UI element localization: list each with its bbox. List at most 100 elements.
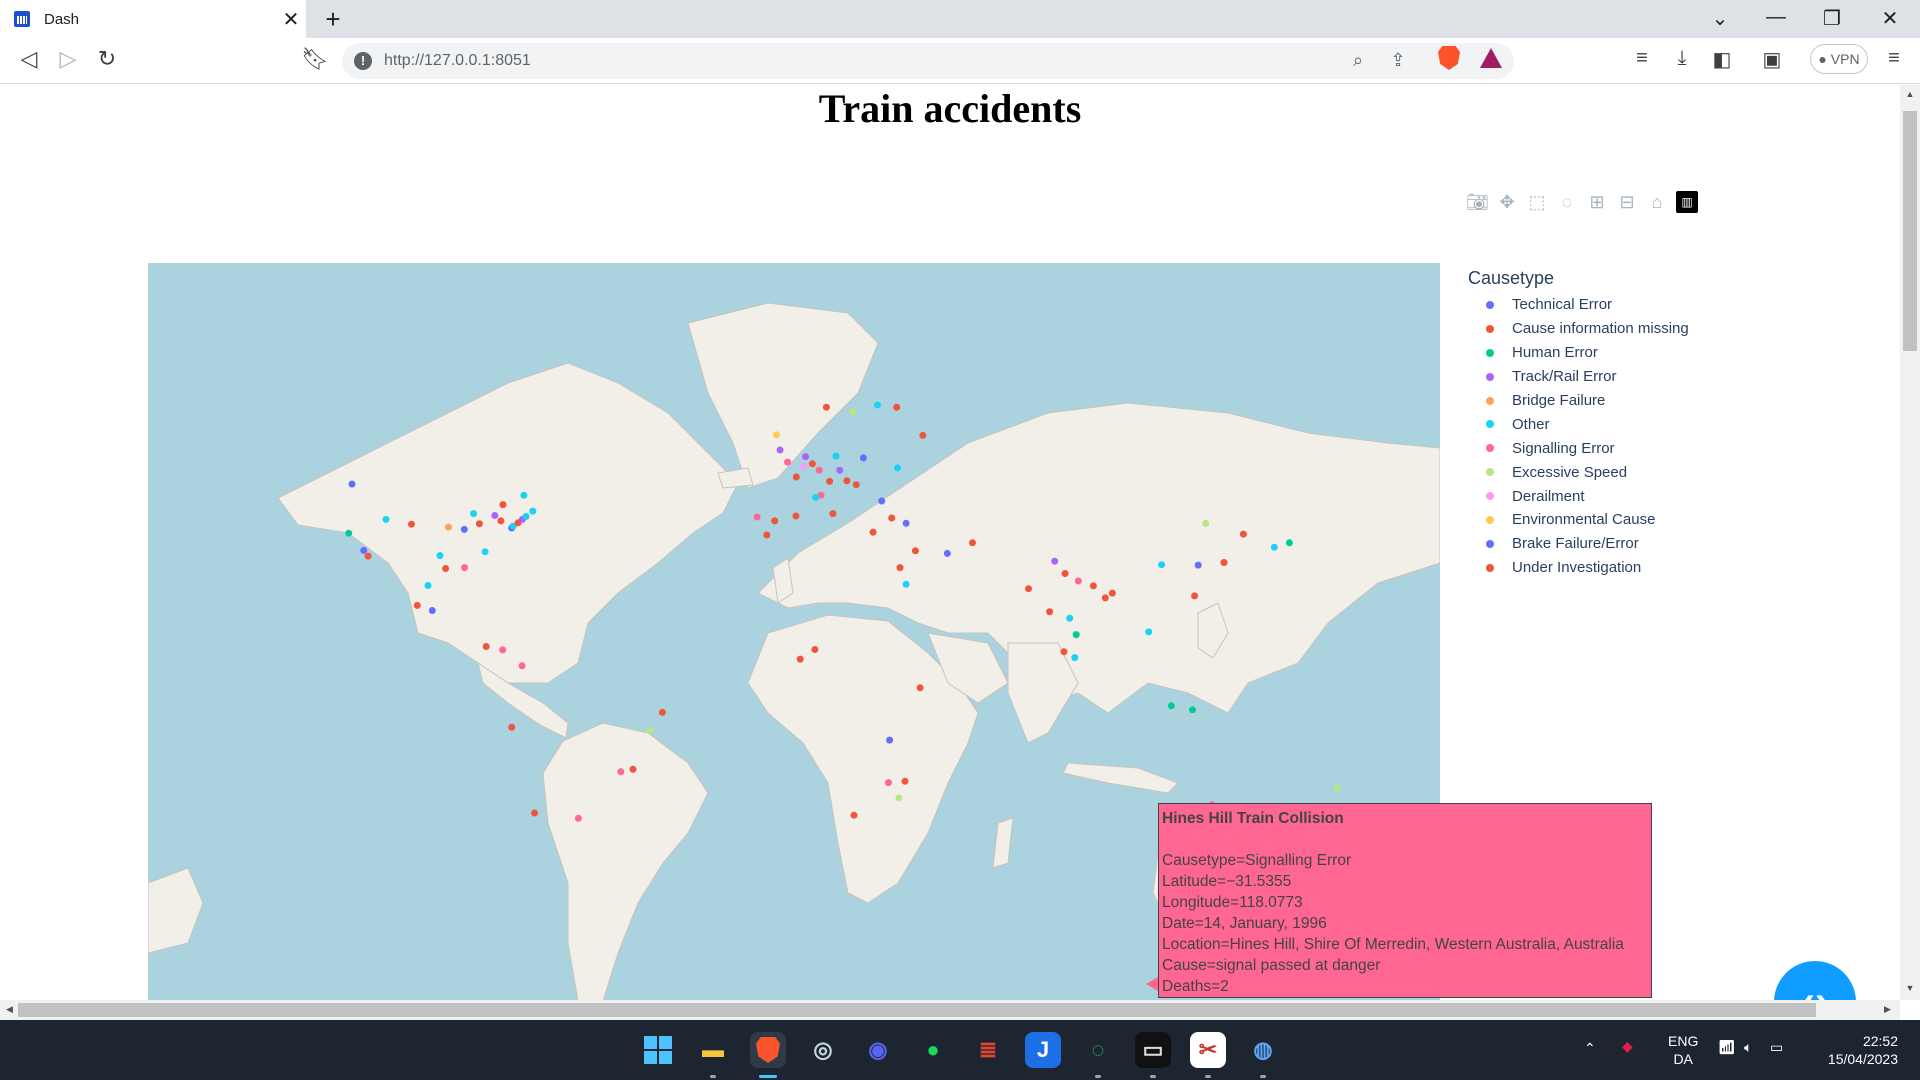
accident-point[interactable] [843, 477, 851, 485]
sidebar-icon[interactable]: ◧ [1708, 47, 1736, 72]
jetbrains-toolbox-icon[interactable]: J [1025, 1032, 1061, 1068]
accident-point[interactable] [531, 809, 539, 817]
accident-point[interactable] [1072, 631, 1080, 639]
legend-item[interactable]: Bridge Failure [1468, 389, 1689, 413]
accident-point[interactable] [424, 582, 432, 589]
reset-view-icon[interactable]: ⌂ [1646, 191, 1668, 213]
spotify-icon[interactable]: ● [915, 1032, 951, 1068]
accident-point[interactable] [364, 552, 372, 560]
accident-point[interactable] [1046, 608, 1054, 616]
tray-chevron-icon[interactable]: ⌃ [1584, 1040, 1596, 1057]
accident-point[interactable] [508, 723, 516, 731]
legend-item[interactable]: Other [1468, 412, 1689, 436]
bookmark-icon[interactable]: 🔖︎ [300, 46, 330, 72]
accident-point[interactable] [1189, 706, 1196, 714]
accident-point[interactable] [1191, 592, 1199, 600]
accident-point[interactable] [776, 446, 784, 454]
accident-point[interactable] [1145, 628, 1153, 636]
zoom-icon[interactable]: ⌕ [1346, 50, 1370, 71]
start-icon[interactable] [640, 1032, 676, 1068]
accident-point[interactable] [617, 768, 625, 776]
accident-point[interactable] [886, 736, 894, 744]
legend-item[interactable]: Environmental Cause [1468, 508, 1689, 532]
zoom-in-icon[interactable]: ⊞ [1586, 191, 1608, 213]
language-indicator[interactable]: ENG DA [1668, 1032, 1698, 1068]
tray-app-icon[interactable]: ◆ [1622, 1038, 1633, 1055]
accident-point[interactable] [784, 458, 792, 466]
accident-point[interactable] [1158, 561, 1166, 569]
scroll-up-icon[interactable]: ▲ [1900, 89, 1920, 99]
accident-point[interactable] [753, 513, 761, 521]
accident-point[interactable] [1108, 589, 1116, 597]
accident-point[interactable] [518, 662, 526, 670]
pan-icon[interactable]: ✥ [1496, 191, 1518, 213]
accident-point[interactable] [658, 708, 666, 716]
volume-icon[interactable]: 🔈︎ [1744, 1039, 1752, 1056]
accident-point[interactable] [811, 646, 819, 653]
accident-point[interactable] [1220, 559, 1228, 566]
accident-point[interactable] [460, 525, 468, 533]
accident-point[interactable] [360, 546, 368, 554]
legend-item[interactable]: Cause information missing [1468, 317, 1689, 341]
accident-point[interactable] [442, 565, 450, 572]
accident-point[interactable] [529, 507, 537, 515]
browser-tab[interactable]: Dash ✕ [0, 0, 306, 38]
accident-point[interactable] [1333, 784, 1341, 792]
accident-point[interactable] [852, 481, 860, 489]
accident-point[interactable] [1051, 557, 1059, 565]
accident-point[interactable] [382, 515, 390, 523]
snipping-tool-icon[interactable]: ✂ [1190, 1032, 1226, 1068]
accident-point[interactable] [499, 501, 507, 509]
accident-point[interactable] [1074, 577, 1082, 585]
accident-point[interactable] [522, 513, 530, 520]
menu-icon[interactable]: ≡ [1880, 47, 1908, 70]
legend-item[interactable]: Excessive Speed [1468, 460, 1689, 484]
back-button[interactable]: ◁ [14, 46, 44, 72]
accident-point[interactable] [796, 655, 804, 663]
accident-point[interactable] [911, 547, 919, 555]
accident-point[interactable] [763, 531, 771, 539]
vertical-scroll-thumb[interactable] [1903, 111, 1917, 351]
address-bar[interactable]: ! http://127.0.0.1:8051 ⌕ ⇪ [342, 43, 1514, 79]
accident-point[interactable] [461, 564, 469, 572]
accident-point[interactable] [1101, 594, 1109, 602]
close-tab-icon[interactable]: ✕ [276, 7, 306, 32]
vertical-scrollbar[interactable]: ▲ ▼ [1900, 85, 1920, 1000]
accident-point[interactable] [902, 580, 910, 588]
accident-point[interactable] [482, 643, 490, 650]
accident-point[interactable] [893, 403, 901, 411]
accident-point[interactable] [822, 403, 830, 411]
accident-point[interactable] [436, 552, 444, 560]
accident-point[interactable] [574, 814, 582, 822]
accident-point[interactable] [888, 514, 896, 522]
accident-point[interactable] [1025, 585, 1032, 593]
accident-point[interactable] [802, 453, 810, 461]
accident-point[interactable] [896, 564, 904, 572]
accident-point[interactable] [428, 607, 436, 614]
accident-point[interactable] [792, 512, 800, 520]
vpn-button[interactable]: ● VPN [1810, 44, 1868, 74]
wifi-icon[interactable]: 📶︎ [1718, 1039, 1736, 1056]
dash-debug-button[interactable]: ‹› [1774, 961, 1856, 1000]
accident-point[interactable] [895, 794, 903, 802]
close-window-button[interactable]: ✕ [1870, 6, 1910, 31]
url-text[interactable]: http://127.0.0.1:8051 [384, 52, 531, 70]
accident-point[interactable] [348, 480, 356, 488]
accident-point[interactable] [470, 510, 478, 518]
accident-point[interactable] [445, 523, 452, 531]
accident-point[interactable] [943, 549, 951, 557]
brave-rewards-icon[interactable] [1480, 48, 1502, 68]
accident-point[interactable] [859, 454, 867, 462]
site-info-icon[interactable]: ! [354, 52, 372, 70]
plotly-logo-icon[interactable]: ▥ [1676, 191, 1698, 213]
accident-point[interactable] [773, 431, 780, 439]
legend-item[interactable]: Brake Failure/Error [1468, 532, 1689, 556]
legend-item[interactable]: Track/Rail Error [1468, 365, 1689, 389]
accident-point[interactable] [345, 529, 353, 537]
accident-point[interactable] [894, 464, 901, 472]
accident-point[interactable] [491, 512, 499, 519]
todoist-icon[interactable]: ≣ [970, 1032, 1006, 1068]
horizontal-scrollbar[interactable]: ◀ ▶ [0, 1000, 1900, 1020]
accident-point[interactable] [815, 466, 823, 474]
accident-point[interactable] [901, 777, 909, 785]
